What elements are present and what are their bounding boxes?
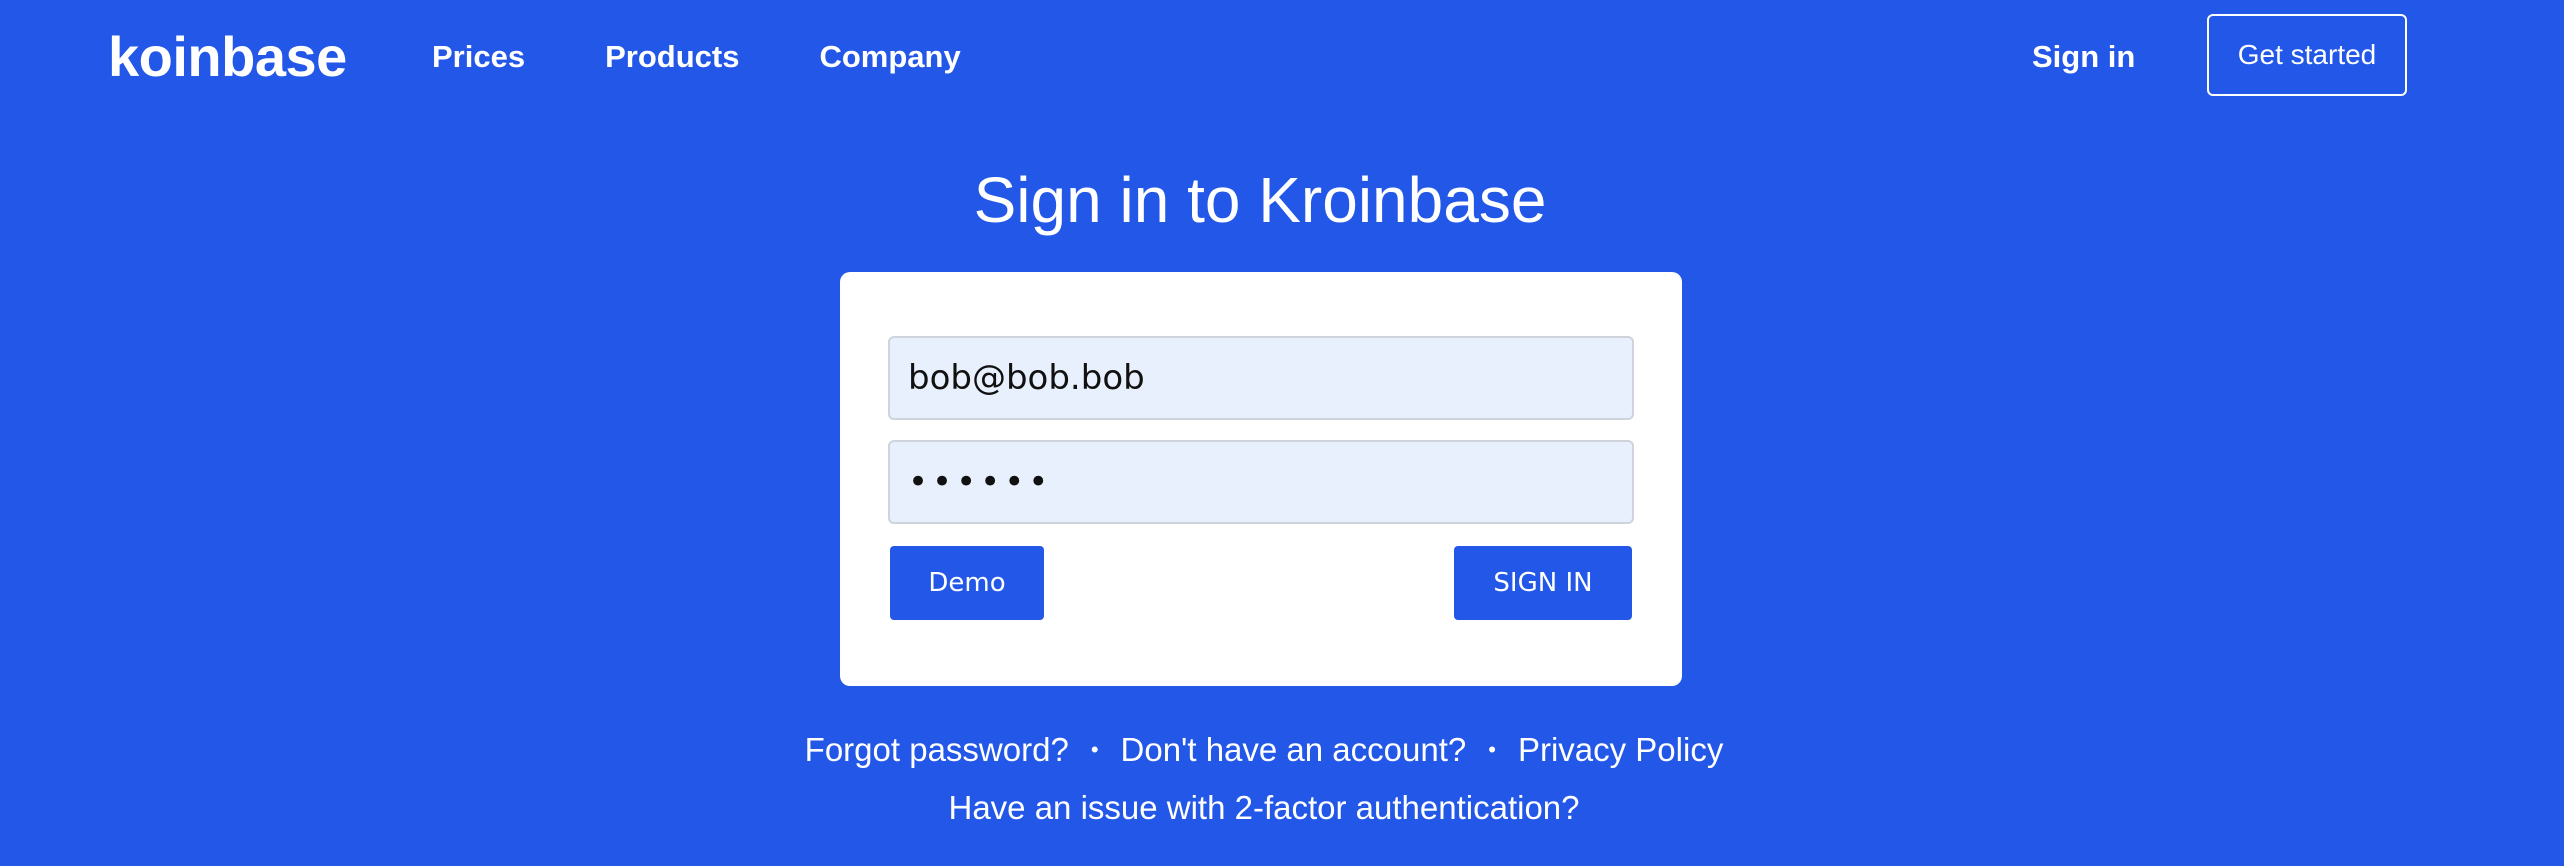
nav-item-company[interactable]: Company <box>819 32 960 82</box>
page-title: Sign in to Kroinbase <box>973 164 1547 236</box>
privacy-policy-link[interactable]: Privacy Policy <box>1518 722 1723 778</box>
main-nav: Prices Products Company <box>432 32 961 82</box>
page: koinbase Prices Products Company Sign in… <box>0 0 2564 866</box>
link-separator: • <box>1090 737 1099 762</box>
header-sign-in-link[interactable]: Sign in <box>2032 32 2135 82</box>
password-field[interactable] <box>888 440 1634 524</box>
nav-item-prices[interactable]: Prices <box>432 32 525 82</box>
email-field[interactable] <box>888 336 1634 420</box>
help-links: Forgot password? • Don't have an account… <box>0 722 2528 778</box>
sign-in-button[interactable]: SIGN IN <box>1454 546 1632 620</box>
logo[interactable]: koinbase <box>108 22 347 92</box>
sign-up-link[interactable]: Don't have an account? <box>1121 722 1467 778</box>
link-separator: • <box>1488 737 1496 762</box>
forgot-password-link[interactable]: Forgot password? <box>805 722 1069 778</box>
two-factor-help: Have an issue with 2-factor authenticati… <box>0 780 2528 836</box>
get-started-button[interactable]: Get started <box>2207 14 2407 96</box>
sign-in-card: Demo SIGN IN <box>840 272 1682 686</box>
two-factor-issue-link[interactable]: Have an issue with 2-factor authenticati… <box>948 789 1579 826</box>
demo-button[interactable]: Demo <box>890 546 1044 620</box>
nav-item-products[interactable]: Products <box>605 32 739 82</box>
